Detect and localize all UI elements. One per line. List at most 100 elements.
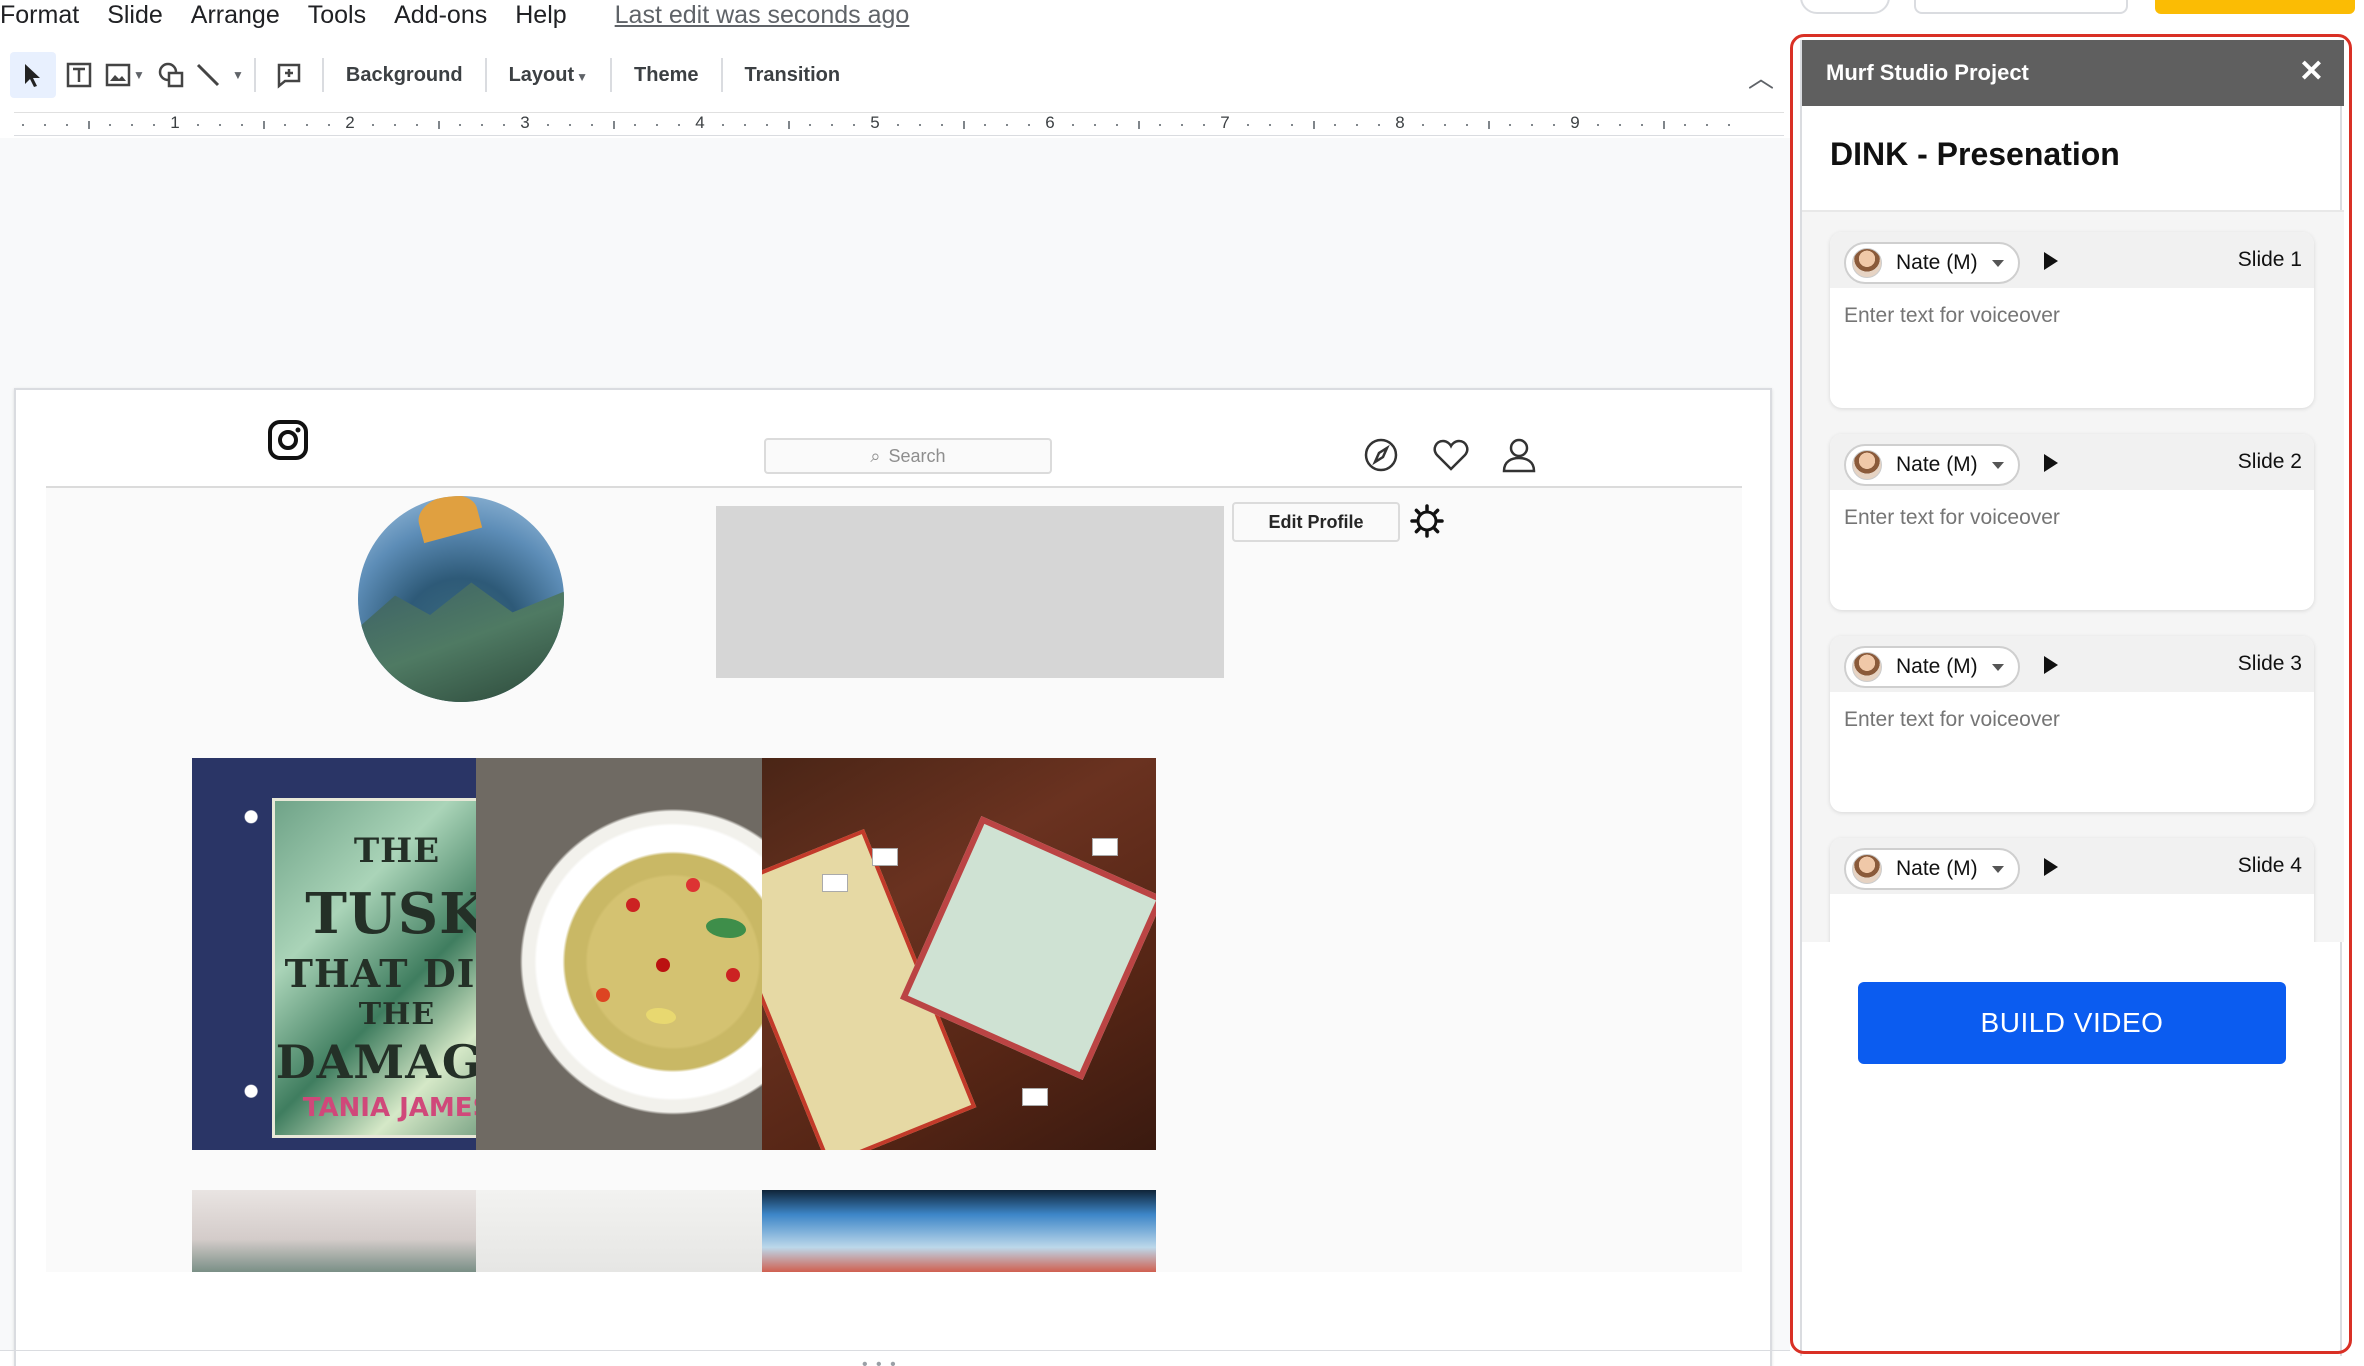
present-button[interactable] (1914, 0, 2128, 14)
menu-arrange[interactable]: Arrange (191, 0, 296, 30)
last-edit-link[interactable]: Last edit was seconds ago (615, 1, 910, 30)
ruler-dot (1181, 124, 1184, 126)
ruler-half-tick (787, 121, 790, 129)
text-box-tool[interactable] (56, 52, 102, 98)
ruler-dot (940, 124, 943, 126)
background-button[interactable]: Background (334, 64, 475, 87)
ruler-dot (1640, 124, 1643, 126)
menu-slide[interactable]: Slide (107, 0, 179, 30)
ruler-dot (896, 124, 899, 126)
ruler-dot (1728, 124, 1731, 126)
ruler-half-tick (87, 121, 90, 129)
ruler-dot (131, 124, 134, 126)
ruler-dot (809, 124, 812, 126)
ruler-dot (984, 124, 987, 126)
share-button[interactable] (2155, 0, 2355, 14)
ruler-dot (1093, 124, 1096, 126)
ruler-half-tick (1487, 121, 1490, 129)
ruler-dot (371, 124, 374, 126)
toolbar-divider (610, 58, 613, 92)
comment-icon (277, 63, 301, 89)
toolbar-divider (720, 58, 723, 92)
slide-canvas-area: ⌕ Search Edit Profile THE TUSK THAT DID … (0, 138, 1790, 1366)
mountain-shape (358, 582, 564, 702)
ruler-dot (1443, 124, 1446, 126)
transition-button[interactable]: Transition (733, 64, 853, 87)
ruler-dot (1006, 124, 1009, 126)
menu-format[interactable]: Format (0, 0, 95, 30)
ruler-dot (853, 124, 856, 126)
gear-icon (1410, 504, 1444, 538)
shape-icon (158, 62, 184, 88)
ruler-number: 3 (520, 113, 530, 132)
ruler-dot (1706, 124, 1709, 126)
ruler-dot (284, 124, 287, 126)
add-comment-tool[interactable] (266, 52, 312, 98)
ruler-half-tick (612, 121, 615, 129)
toolbar-divider (321, 58, 324, 92)
present-history-button[interactable] (1800, 0, 1890, 14)
shape-tool[interactable] (148, 52, 194, 98)
ruler-dot (546, 124, 549, 126)
ruler-number: 4 (695, 113, 705, 132)
ruler-dot (1115, 124, 1118, 126)
ruler-dot (656, 124, 659, 126)
menu-help[interactable]: Help (515, 0, 582, 30)
insert-image-tool[interactable]: ▼ (102, 52, 148, 98)
heart-icon (1433, 439, 1469, 471)
ruler-number: 6 (1045, 113, 1055, 132)
chevron-up-icon[interactable]: ︿ (1748, 58, 1774, 95)
compass-icon (1364, 438, 1398, 472)
ruler-half-tick (962, 121, 965, 129)
ruler-dot (1553, 124, 1556, 126)
ruler-number: 7 (1220, 113, 1230, 132)
ruler-number: 8 (1395, 113, 1405, 132)
toolbar-divider (253, 58, 256, 92)
post-board-game (762, 758, 1156, 1150)
chevron-down-icon: ▼ (232, 68, 244, 82)
search-icon: ⌕ (870, 445, 881, 466)
ruler-dot (1596, 124, 1599, 126)
menu-add-ons[interactable]: Add-ons (394, 0, 503, 30)
horizontal-ruler[interactable]: 1 2 3 4 5 6 7 8 9 (14, 112, 1784, 136)
slide-canvas[interactable]: ⌕ Search Edit Profile THE TUSK THAT DID … (14, 388, 1772, 1366)
toolbar: ▼ ▼ Background Layout ▼ Theme Transition (0, 42, 1790, 108)
ruler-half-tick (1312, 121, 1315, 129)
ruler-dot (153, 124, 156, 126)
ruler-dot (590, 124, 593, 126)
ruler-dot (1356, 124, 1359, 126)
ruler-dot (65, 124, 68, 126)
ruler-dot (240, 124, 243, 126)
ruler-dot (1334, 124, 1337, 126)
instagram-header: ⌕ Search (46, 390, 1742, 488)
resize-handle-icon[interactable]: • • • (862, 1356, 898, 1366)
cursor-icon (25, 64, 40, 87)
ruler-dot (1509, 124, 1512, 126)
menu-tools[interactable]: Tools (308, 0, 382, 30)
ruler-dot (459, 124, 462, 126)
game-card (872, 848, 898, 866)
ruler-number: 1 (170, 113, 180, 132)
line-tool[interactable]: ▼ (194, 52, 244, 98)
ruler-half-tick (262, 121, 265, 129)
highlight-outline (1790, 34, 2352, 1354)
ruler-half-tick (1662, 121, 1665, 129)
pomegranate-seed (596, 988, 610, 1002)
theme-button[interactable]: Theme (622, 64, 710, 87)
menu-bar: Format Slide Arrange Tools Add-ons Help … (0, 0, 909, 30)
ruler-dot (568, 124, 571, 126)
select-tool[interactable] (10, 52, 56, 98)
ruler-dot (634, 124, 637, 126)
ruler-number: 5 (870, 113, 880, 132)
ruler-dot (918, 124, 921, 126)
ruler-dot (1290, 124, 1293, 126)
instagram-screenshot: ⌕ Search Edit Profile THE TUSK THAT DID … (46, 390, 1742, 1272)
ruler-dot (1071, 124, 1074, 126)
game-card (822, 874, 848, 892)
pomegranate-seed (626, 898, 640, 912)
toolbar-divider (484, 58, 487, 92)
layout-button[interactable]: Layout ▼ (497, 64, 600, 87)
text-box-icon (66, 62, 92, 88)
ruler-dot (1268, 124, 1271, 126)
game-card (1092, 838, 1118, 856)
